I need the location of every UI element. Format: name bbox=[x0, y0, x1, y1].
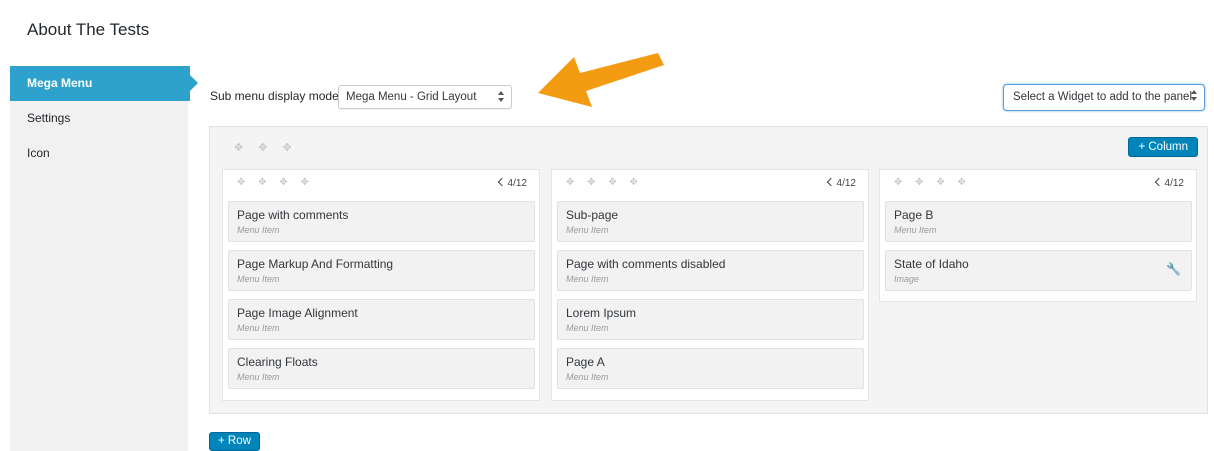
column-width-control[interactable]: 4/12 bbox=[826, 177, 856, 189]
sidebar-item-icon[interactable]: Icon bbox=[10, 136, 188, 171]
display-mode-value: Mega Menu - Grid Layout bbox=[346, 91, 477, 103]
menu-item-card[interactable]: Page with comments disabled Menu Item bbox=[557, 250, 864, 291]
menu-item-title: Page B bbox=[894, 208, 934, 222]
grid-column: ✥ ✥ ✥ ✥ 4/12 Page B Menu Item State of I… bbox=[879, 169, 1197, 302]
widget-item-card[interactable]: State of Idaho Image 🔧 bbox=[885, 250, 1192, 291]
menu-item-title: Page with comments disabled bbox=[566, 257, 726, 271]
page-title: About The Tests bbox=[27, 20, 150, 39]
menu-item-type: Menu Item bbox=[237, 225, 280, 235]
select-arrows-icon bbox=[498, 91, 505, 103]
menu-item-type: Menu Item bbox=[566, 323, 609, 333]
menu-item-card[interactable]: Page with comments Menu Item bbox=[228, 201, 535, 242]
grid-column: ✥ ✥ ✥ ✥ 4/12 Sub-page Menu Item Page wit… bbox=[551, 169, 869, 401]
widget-item-title: State of Idaho bbox=[894, 257, 969, 271]
menu-item-title: Page with comments bbox=[237, 208, 349, 222]
column-handle-icons[interactable]: ✥ ✥ ✥ ✥ bbox=[237, 177, 314, 188]
add-row-button[interactable]: + Row bbox=[209, 432, 260, 451]
widget-item-type: Image bbox=[894, 274, 920, 284]
column-width-control[interactable]: 4/12 bbox=[497, 177, 527, 189]
column-width-value: 4/12 bbox=[836, 178, 856, 189]
display-mode-select[interactable]: Mega Menu - Grid Layout bbox=[338, 85, 512, 109]
wrench-icon[interactable]: 🔧 bbox=[1166, 262, 1181, 276]
menu-item-title: Lorem Ipsum bbox=[566, 306, 637, 320]
mega-menu-grid: ✥ ✥ ✥ + Column ✥ ✥ ✥ ✥ 4/12 Page with co… bbox=[209, 126, 1208, 414]
menu-item-type: Menu Item bbox=[566, 274, 609, 284]
menu-item-type: Menu Item bbox=[237, 372, 280, 382]
menu-item-card[interactable]: Page Image Alignment Menu Item bbox=[228, 299, 535, 340]
menu-item-title: Page A bbox=[566, 355, 605, 369]
menu-item-card[interactable]: Page B Menu Item bbox=[885, 201, 1192, 242]
menu-item-card[interactable]: Page Markup And Formatting Menu Item bbox=[228, 250, 535, 291]
chevron-left-icon bbox=[1154, 177, 1163, 187]
sidebar-nav: Mega Menu Settings Icon bbox=[10, 66, 198, 451]
sidebar-item-mega-menu[interactable]: Mega Menu bbox=[10, 66, 198, 101]
widget-select-value: Select a Widget to add to the panel bbox=[1013, 91, 1193, 103]
column-width-value: 4/12 bbox=[1164, 178, 1184, 189]
menu-item-type: Menu Item bbox=[566, 372, 609, 382]
menu-item-type: Menu Item bbox=[237, 274, 280, 284]
menu-item-title: Page Image Alignment bbox=[237, 306, 358, 320]
add-column-button[interactable]: + Column bbox=[1128, 137, 1198, 157]
menu-item-type: Menu Item bbox=[894, 225, 937, 235]
menu-item-card[interactable]: Clearing Floats Menu Item bbox=[228, 348, 535, 389]
column-handle-icons[interactable]: ✥ ✥ ✥ ✥ bbox=[894, 177, 971, 188]
column-handle-icons[interactable]: ✥ ✥ ✥ ✥ bbox=[566, 177, 643, 188]
menu-item-title: Sub-page bbox=[566, 208, 619, 222]
menu-item-card[interactable]: Page A Menu Item bbox=[557, 348, 864, 389]
menu-item-title: Page Markup And Formatting bbox=[237, 257, 394, 271]
select-arrows-icon bbox=[1191, 90, 1198, 102]
display-mode-label: Sub menu display mode bbox=[210, 89, 339, 103]
chevron-left-icon bbox=[497, 177, 506, 187]
annotation-arrow-icon bbox=[538, 53, 664, 107]
grid-column: ✥ ✥ ✥ ✥ 4/12 Page with comments Menu Ite… bbox=[222, 169, 540, 401]
column-width-control[interactable]: 4/12 bbox=[1154, 177, 1184, 189]
menu-item-type: Menu Item bbox=[566, 225, 609, 235]
sidebar-item-settings[interactable]: Settings bbox=[10, 101, 188, 136]
column-width-value: 4/12 bbox=[507, 178, 527, 189]
widget-select[interactable]: Select a Widget to add to the panel bbox=[1003, 84, 1205, 111]
menu-item-title: Clearing Floats bbox=[237, 355, 318, 369]
row-handle-icons[interactable]: ✥ ✥ ✥ bbox=[234, 141, 298, 154]
menu-item-card[interactable]: Lorem Ipsum Menu Item bbox=[557, 299, 864, 340]
menu-item-type: Menu Item bbox=[237, 323, 280, 333]
chevron-left-icon bbox=[826, 177, 835, 187]
menu-item-card[interactable]: Sub-page Menu Item bbox=[557, 201, 864, 242]
